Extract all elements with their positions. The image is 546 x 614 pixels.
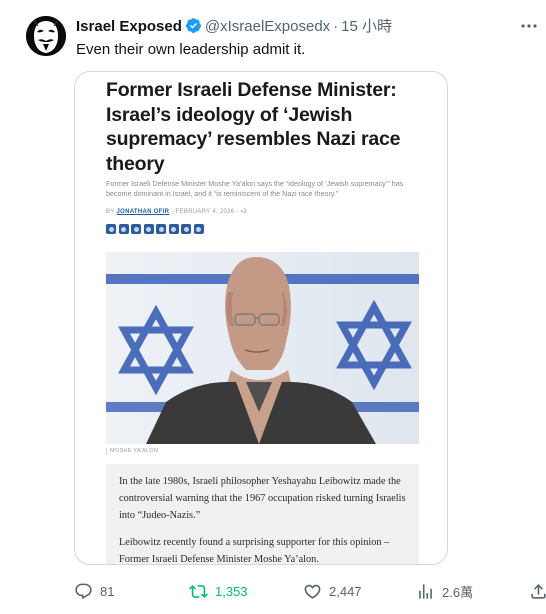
byline-date: · FEBRUARY 4, 2026 · [171, 209, 239, 215]
tweet-header: Israel Exposed @xIsraelExposedx · 15 小時 [76, 17, 392, 37]
article-paragraph-2: Leibowitz recently found a surprising su… [119, 537, 390, 565]
like-button[interactable]: 2,447 [303, 580, 362, 602]
telegram-icon [168, 224, 179, 234]
repost-count: 1,353 [215, 583, 248, 599]
more-options-icon[interactable] [518, 16, 540, 36]
share-button[interactable] [529, 580, 546, 602]
share-icon [531, 583, 546, 599]
author-name[interactable]: Israel Exposed [76, 18, 182, 35]
view-count: 2.6萬 [442, 584, 474, 600]
tweet: Israel Exposed @xIsraelExposedx · 15 小時 Eve… [0, 0, 546, 614]
views-chart-icon [419, 583, 432, 599]
verified-badge-icon [185, 18, 201, 33]
print-icon [193, 224, 204, 234]
repost-button[interactable]: 1,353 [189, 580, 248, 602]
action-bar: 81 1,353 2,447 2.6萬 [74, 580, 546, 604]
article-subheadline: Former Israeli Defense Minister Moshe Ya… [106, 179, 404, 198]
views-button[interactable]: 2.6萬 [416, 580, 473, 602]
reply-icon [75, 583, 92, 599]
comment-count: 3 [243, 209, 247, 215]
reply-count: 81 [100, 583, 115, 599]
tweet-text: Even their own leadership admit it. [76, 41, 306, 58]
byline-author: JONATHAN OFIR [116, 209, 170, 215]
whatsapp-icon [131, 224, 141, 234]
share-icons-row [106, 224, 204, 234]
article-screenshot-image[interactable]: Former Israeli Defense Minister: Israel’… [74, 71, 448, 565]
author-handle[interactable]: @xIsraelExposedx [205, 18, 330, 35]
byline-prefix: BY [106, 209, 115, 215]
linkedin-icon [143, 224, 154, 234]
article-headline: Former Israeli Defense Minister: Israel’… [106, 79, 401, 175]
timestamp[interactable]: 15 小時 [341, 18, 392, 35]
x-icon [118, 224, 129, 234]
reddit-icon [156, 224, 166, 234]
article-byline: BY JONATHAN OFIR · FEBRUARY 4, 2026 · ▪3 [106, 208, 247, 216]
separator: · [333, 18, 339, 35]
email-icon [181, 224, 191, 234]
avatar[interactable] [26, 16, 66, 56]
anonymous-mask-icon [26, 16, 66, 56]
facebook-icon [106, 224, 116, 234]
heart-icon [304, 584, 321, 599]
reply-button[interactable]: 81 [74, 580, 114, 602]
photo-caption: MOSHE YA’ALON [106, 448, 158, 455]
repost-icon [189, 584, 208, 598]
article-paragraph-1: In the late 1980s, Israeli philosopher Y… [119, 476, 406, 521]
article-body: In the late 1980s, Israeli philosopher Y… [106, 464, 419, 565]
article-photo [106, 252, 419, 444]
like-count: 2,447 [329, 583, 362, 599]
